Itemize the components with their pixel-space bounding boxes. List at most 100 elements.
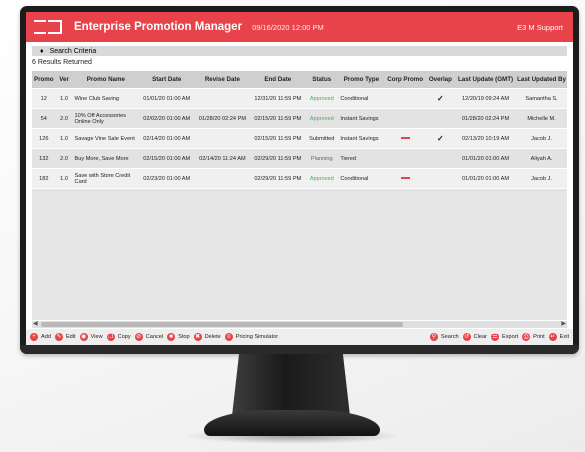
cell-type: Conditional <box>338 169 385 188</box>
column-header-end-date[interactable]: End Date <box>250 71 306 88</box>
cell-type: Tiered <box>338 149 385 168</box>
stop-icon: ■ <box>167 333 176 341</box>
overlap-check-icon: ✓ <box>437 134 444 143</box>
toolbar-label: Search <box>440 334 459 340</box>
monitor-chin <box>20 345 579 354</box>
cell-start: 02/23/20 01:00 AM <box>139 169 195 188</box>
cell-ver: 1.0 <box>55 169 73 188</box>
toolbar-label: Exit <box>559 334 569 340</box>
trash-icon: ✖ <box>193 333 202 341</box>
cell-last-update: 12/20/19 09:24 AM <box>454 89 517 108</box>
table-row[interactable]: 132 2.0 Buy More, Save More 02/15/20 01:00 … <box>32 149 567 168</box>
promotions-table: Promo Ver Promo Name Start Date Revise Date E… <box>32 70 567 209</box>
scroll-left-icon[interactable]: ◀ <box>33 320 38 327</box>
cell-corp <box>384 89 426 108</box>
table-row[interactable]: 182 1.0 Save with Store Credit Card 02/23/2… <box>32 169 567 188</box>
column-header-promo-name[interactable]: Promo Name <box>72 71 140 88</box>
cell-start: 01/01/20 01:00 AM <box>139 89 195 108</box>
edit-button[interactable]: ✎ Edit <box>54 333 76 341</box>
cell-promo: 54 <box>32 109 56 128</box>
cancel-icon: ⊘ <box>134 333 143 341</box>
copy-button[interactable]: ❐ Copy <box>106 333 131 341</box>
column-header-last-update-gmt[interactable]: Last Update (GMT) <box>454 71 517 88</box>
scrollbar-thumb[interactable] <box>41 322 403 327</box>
cell-name: Save with Store Credit Card <box>72 169 140 188</box>
column-header-corp-promo[interactable]: Corp Promo <box>384 71 426 88</box>
table-row[interactable]: 12 1.0 Wine Club Saving 01/01/20 01:00 AM 12… <box>32 89 567 108</box>
cell-updated-by: Michelle M. <box>516 109 567 128</box>
monitor-base <box>204 410 380 436</box>
overlap-check-icon: ✓ <box>437 94 444 103</box>
toolbar-label: Edit <box>65 334 76 340</box>
cell-name: Buy More, Save More <box>72 149 140 168</box>
cell-name: 10% Off Accessories Online Only <box>72 109 140 128</box>
column-header-overlap[interactable]: Overlap <box>425 71 455 88</box>
column-header-status[interactable]: Status <box>305 71 339 88</box>
cancel-button[interactable]: ⊘ Cancel <box>134 333 164 341</box>
cell-status: Approved <box>305 169 339 188</box>
cell-revise: 01/28/20 02:24 PM <box>194 109 251 128</box>
copy-icon: ❐ <box>106 333 115 341</box>
exit-icon: ↵ <box>548 333 557 341</box>
cell-overlap: ✓ <box>425 89 455 108</box>
column-header-start-date[interactable]: Start Date <box>139 71 195 88</box>
export-button[interactable]: ☰ Export <box>490 333 518 341</box>
toolbar-label: Delete <box>204 334 221 340</box>
search-icon: ⚲ <box>429 333 438 341</box>
cell-overlap <box>425 109 455 128</box>
cell-promo: 182 <box>32 169 56 188</box>
column-header-promo[interactable]: Promo <box>32 71 56 88</box>
cell-start: 02/14/20 01:00 AM <box>139 129 195 148</box>
results-count: 6 Results Returned <box>32 59 92 66</box>
clear-button[interactable]: ↺ Clear <box>462 333 487 341</box>
print-button[interactable]: ⎙ Print <box>522 333 545 341</box>
table-row[interactable]: 54 2.0 10% Off Accessories Online Only 02/0… <box>32 109 567 128</box>
delete-button[interactable]: ✖ Delete <box>193 333 221 341</box>
stop-button[interactable]: ■ Stop <box>167 333 190 341</box>
search-criteria-label: Search Criteria <box>49 47 97 55</box>
horizontal-scrollbar[interactable]: ◀ ▶ <box>32 321 567 328</box>
toolbar-label: Clear <box>473 334 487 340</box>
column-header-revise-date[interactable]: Revise Date <box>194 71 251 88</box>
cell-end: 02/29/20 11:59 PM <box>250 169 306 188</box>
table-body: 12 1.0 Wine Club Saving 01/01/20 01:00 AM 12… <box>32 89 567 208</box>
column-header-promo-type[interactable]: Promo Type <box>338 71 385 88</box>
title-bar: Enterprise Promotion Manager 09/16/2020 … <box>26 12 573 42</box>
export-icon: ☰ <box>490 333 499 341</box>
toolbar-label: Copy <box>117 334 131 340</box>
toolbar-label: Cancel <box>145 334 164 340</box>
cell-promo: 12 <box>32 89 56 108</box>
scroll-right-icon[interactable]: ▶ <box>561 320 566 327</box>
toolbar-label: View <box>90 334 103 340</box>
search-criteria-bar[interactable]: ♦ Search Criteria <box>32 46 567 56</box>
app-screen: Enterprise Promotion Manager 09/16/2020 … <box>26 12 573 345</box>
exit-button[interactable]: ↵ Exit <box>548 333 569 341</box>
cell-name: Wine Club Saving <box>72 89 140 108</box>
cell-overlap: ✓ <box>425 129 455 148</box>
toolbar-label: Stop <box>178 334 190 340</box>
column-header-last-updated-by[interactable]: Last Updated By <box>516 71 567 88</box>
cell-overlap <box>425 149 455 168</box>
table-row[interactable]: 126 1.0 Savage Vine Sale Event 02/14/20 01:… <box>32 129 567 148</box>
cell-promo: 126 <box>32 129 56 148</box>
action-toolbar: + Add ✎ Edit ◉ View ❐ Copy ⊘ Cancel ■ Stop ✖ Delete ≡ P… <box>26 329 573 345</box>
cell-last-update: 01/01/20 01:00 AM <box>454 149 517 168</box>
view-button[interactable]: ◉ View <box>79 333 103 341</box>
plus-icon: + <box>30 333 38 341</box>
cell-end: 02/29/20 11:59 PM <box>250 149 306 168</box>
eye-icon: ◉ <box>79 333 88 341</box>
column-header-ver[interactable]: Ver <box>55 71 73 88</box>
toolbar-label: Print <box>533 334 545 340</box>
support-link[interactable]: E3 M Support <box>517 23 563 32</box>
cell-last-update: 02/13/20 10:19 AM <box>454 129 517 148</box>
add-button[interactable]: + Add <box>30 333 51 341</box>
cell-corp <box>384 129 426 148</box>
cell-last-update: 01/01/20 01:00 AM <box>454 169 517 188</box>
cell-status: Submitted <box>305 129 339 148</box>
cell-corp <box>384 149 426 168</box>
pricing-simulator-button[interactable]: ≡ Pricing Simulator <box>224 333 278 341</box>
search-button[interactable]: ⚲ Search <box>429 333 459 341</box>
table-header-row: Promo Ver Promo Name Start Date Revise Date E… <box>32 71 567 88</box>
monitor-stand <box>232 354 350 416</box>
cell-type: Instant Savings <box>338 109 385 128</box>
